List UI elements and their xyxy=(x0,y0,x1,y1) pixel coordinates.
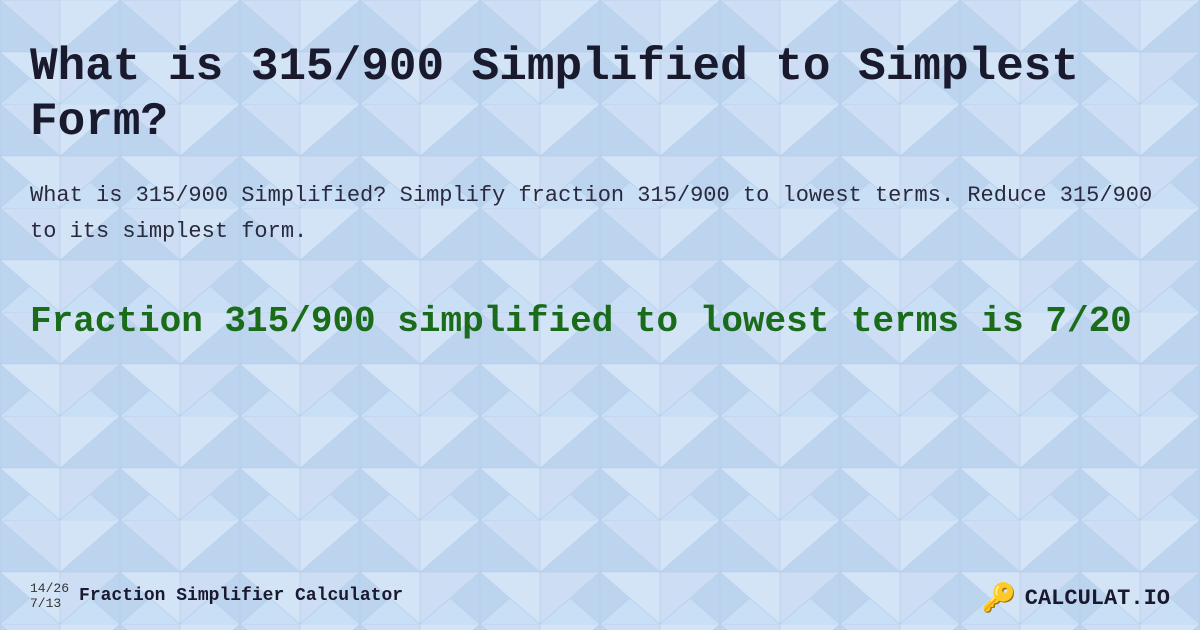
logo-area: 🔑 CALCULAT.IO xyxy=(982,581,1170,616)
logo-text: CALCULAT.IO xyxy=(1025,586,1170,611)
logo-icon: 🔑 xyxy=(982,581,1017,616)
footer-fractions: 14/26 7/13 xyxy=(30,581,69,612)
fraction-top: 14/26 xyxy=(30,581,69,597)
footer-label: Fraction Simplifier Calculator xyxy=(79,586,403,606)
main-title: What is 315/900 Simplified to Simplest F… xyxy=(30,40,1170,150)
result-text: Fraction 315/900 simplified to lowest te… xyxy=(30,299,1170,346)
footer: 14/26 7/13 Fraction Simplifier Calculato… xyxy=(30,581,403,612)
description-text: What is 315/900 Simplified? Simplify fra… xyxy=(30,178,1170,248)
fraction-bottom: 7/13 xyxy=(30,596,69,612)
